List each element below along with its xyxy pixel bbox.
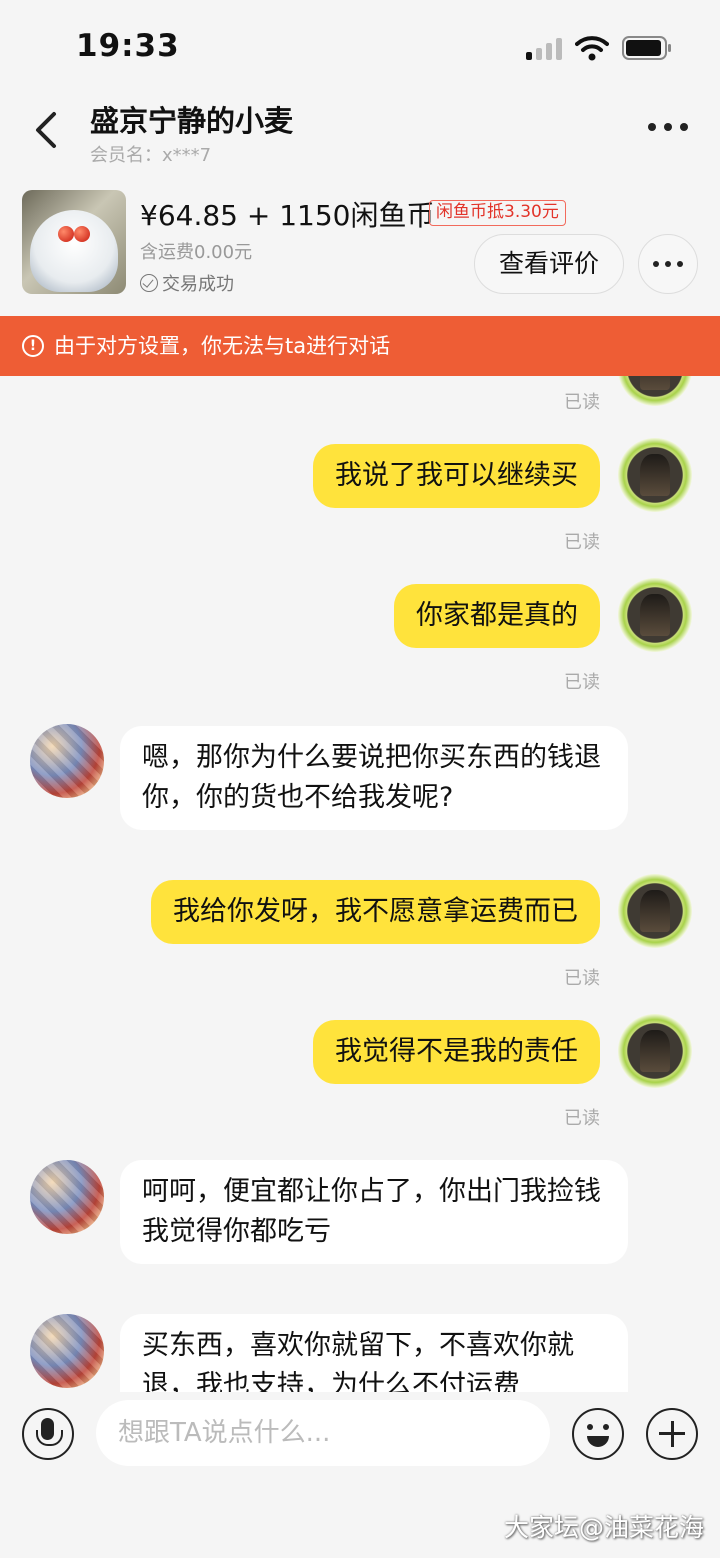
battery-icon: [622, 36, 671, 60]
message-bubble[interactable]: 呵呵，便宜都让你占了，你出门我捡钱我觉得你都吃亏: [120, 1160, 628, 1264]
read-receipt: 已读: [564, 672, 600, 693]
avatar[interactable]: [30, 1160, 104, 1234]
emoji-icon[interactable]: [572, 1408, 624, 1460]
message-bubble[interactable]: 买东西，喜欢你就留下，不喜欢你就退，我也支持，为什么不付运费: [120, 1314, 628, 1392]
avatar[interactable]: [30, 724, 104, 798]
more-icon: [653, 261, 683, 267]
message-bubble[interactable]: 嗯，那你为什么要说把你买东西的钱退你，你的货也不给我发呢?: [120, 726, 628, 830]
message-input[interactable]: [96, 1400, 550, 1466]
message-bubble[interactable]: 我觉得不是我的责任: [313, 1020, 600, 1084]
coin-discount-tag: 闲鱼币抵3.30元: [429, 200, 566, 226]
view-review-button[interactable]: 查看评价: [474, 234, 624, 294]
deal-status: 交易成功: [140, 270, 234, 296]
page-title: 盛京宁静的小麦: [90, 104, 294, 138]
more-options-button[interactable]: [638, 234, 698, 294]
message-bubble[interactable]: 我说了我可以继续买: [313, 444, 600, 508]
deal-status-label: 交易成功: [162, 274, 234, 295]
avatar[interactable]: [30, 1314, 104, 1388]
product-price: ¥64.85 + 1150闲鱼币: [140, 199, 435, 232]
banner-text: 由于对方设置，你无法与ta进行对话: [54, 334, 391, 358]
read-receipt: 已读: [564, 1108, 600, 1129]
read-receipt: 已读: [564, 968, 600, 989]
read-receipt: 已读: [564, 532, 600, 553]
avatar[interactable]: [618, 1014, 692, 1088]
message-bubble[interactable]: 我给你发呀，我不愿意拿运费而已: [151, 880, 600, 944]
microphone-icon[interactable]: [22, 1408, 74, 1460]
more-icon[interactable]: [648, 116, 694, 138]
wifi-icon: [575, 36, 609, 61]
avatar[interactable]: [618, 578, 692, 652]
watermark: 大家坛@油菜花海: [503, 1513, 704, 1542]
avatar[interactable]: [618, 376, 692, 406]
member-name: 会员名：x***7: [90, 145, 212, 166]
avatar[interactable]: [618, 874, 692, 948]
chat-header: 盛京宁静的小麦 会员名：x***7: [0, 92, 720, 182]
message-bubble[interactable]: 你家都是真的: [394, 584, 600, 648]
warning-icon: !: [22, 335, 44, 357]
status-time: 19:33: [76, 28, 180, 64]
blocked-banner: ! 由于对方设置，你无法与ta进行对话: [0, 316, 720, 376]
input-bar: 大家坛@油菜花海: [0, 1392, 720, 1558]
signal-icon: [526, 38, 564, 60]
avatar[interactable]: [618, 438, 692, 512]
chat-area[interactable]: 已读 我说了我可以继续买 已读 你家都是真的 已读 嗯，那你为什么要说把你买东西…: [0, 376, 720, 1392]
check-circle-icon: [140, 274, 158, 292]
product-card: ¥64.85 + 1150闲鱼币 闲鱼币抵3.30元 含运费0.00元 交易成功…: [0, 182, 720, 316]
shipping-fee: 含运费0.00元: [140, 242, 253, 263]
read-receipt: 已读: [564, 392, 600, 413]
status-bar: 19:33: [0, 0, 720, 92]
plus-icon[interactable]: [646, 1408, 698, 1460]
back-arrow-icon[interactable]: [28, 108, 64, 152]
product-thumbnail[interactable]: [22, 190, 126, 294]
